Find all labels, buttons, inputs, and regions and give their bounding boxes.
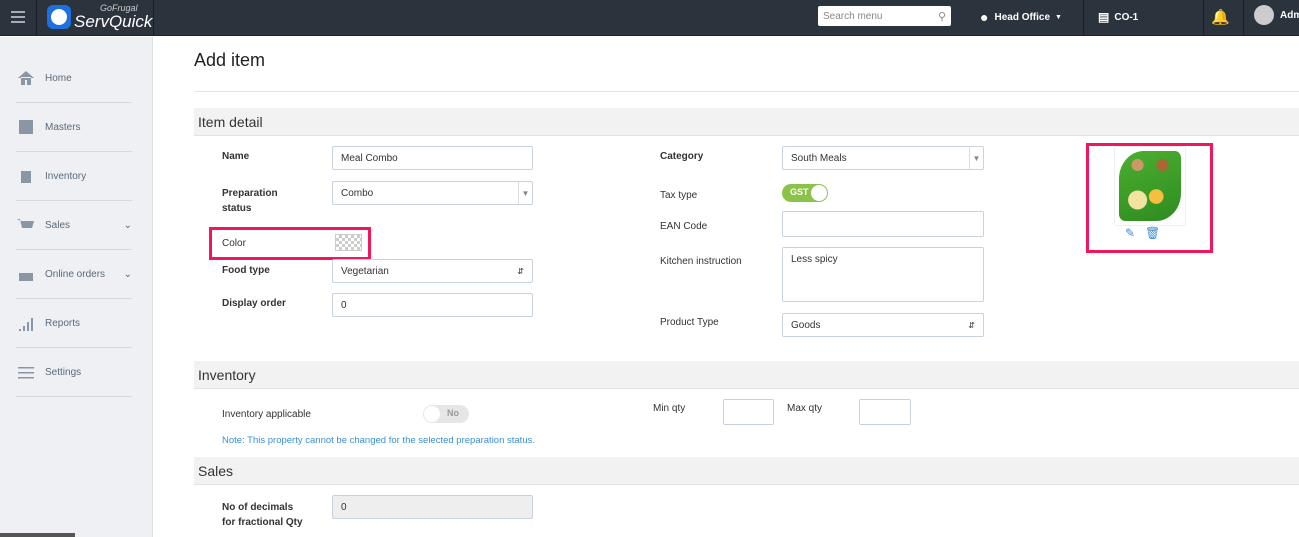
sidebar-item-masters[interactable]: Masters — [16, 103, 132, 152]
menu-icon[interactable] — [11, 11, 25, 23]
computer-icon: ▤ — [1098, 10, 1110, 24]
sort-icon: ⇵ — [517, 266, 524, 276]
product-type-select[interactable]: Goods ⇵ — [782, 313, 984, 337]
chevron-down-icon: ▼ — [969, 147, 983, 169]
sidebar: Home Masters Inventory Sales ⌄ Online ord… — [0, 37, 153, 537]
bell-icon[interactable]: 🔔 — [1211, 8, 1230, 26]
scrollbar[interactable] — [0, 533, 75, 537]
category-select[interactable]: South Meals ▼ — [782, 146, 984, 170]
section-inventory: Inventory — [194, 361, 1299, 389]
sidebar-item-settings[interactable]: Settings — [16, 348, 132, 397]
sidebar-item-reports[interactable]: Reports — [16, 299, 132, 348]
preparation-status-select[interactable]: Combo ▼ — [332, 181, 533, 205]
counter[interactable]: ▤ CO-1 — [1098, 10, 1138, 24]
top-bar: GoFrugal ServQuick Search menu ⚲ ● Head … — [0, 0, 1299, 36]
trash-icon[interactable]: 🗑 — [1145, 226, 1160, 240]
logo[interactable]: GoFrugal ServQuick — [47, 4, 152, 30]
chevron-down-icon: ⌄ — [123, 268, 132, 280]
item-image[interactable] — [1114, 146, 1186, 226]
section-item-detail: Item detail — [194, 108, 1299, 136]
home-icon — [18, 71, 34, 85]
sidebar-item-home[interactable]: Home — [16, 54, 132, 103]
location-selector[interactable]: ● Head Office ▼ — [980, 9, 1062, 25]
edit-icon[interactable]: ✎ — [1125, 226, 1135, 240]
chevron-down-icon: ▼ — [1055, 13, 1062, 21]
user-menu[interactable]: Adm — [1254, 5, 1299, 25]
display-order-input[interactable]: 0 — [332, 293, 533, 317]
page-title: Add item — [194, 50, 266, 70]
inventory-note: Note: This property cannot be changed fo… — [222, 435, 535, 446]
chevron-down-icon: ⌄ — [123, 219, 132, 231]
settings-icon — [18, 367, 34, 379]
avatar — [1254, 5, 1274, 25]
sidebar-item-sales[interactable]: Sales ⌄ — [16, 201, 132, 250]
sidebar-item-online-orders[interactable]: Online orders ⌄ — [16, 250, 132, 299]
name-input[interactable]: Meal Combo — [332, 146, 533, 170]
min-qty-input[interactable] — [723, 399, 774, 425]
color-picker[interactable] — [335, 234, 362, 251]
section-sales: Sales — [194, 457, 1299, 485]
chevron-down-icon: ▼ — [518, 182, 532, 204]
clock-icon — [47, 5, 71, 29]
ean-code-input[interactable] — [782, 211, 984, 237]
food-type-select[interactable]: Vegetarian ⇵ — [332, 259, 533, 283]
kitchen-instruction-textarea[interactable]: Less spicy — [782, 247, 984, 302]
cart-icon — [17, 219, 34, 228]
search-box[interactable]: Search menu ⚲ — [818, 6, 951, 26]
decimals-input[interactable]: 0 — [332, 495, 533, 519]
sort-icon: ⇵ — [968, 320, 975, 330]
location-pin-icon: ● — [980, 9, 989, 25]
reports-icon — [19, 318, 33, 331]
masters-icon — [19, 120, 33, 134]
online-orders-icon — [19, 273, 33, 281]
inventory-applicable-toggle[interactable]: No — [423, 405, 469, 423]
inventory-icon — [21, 171, 31, 183]
search-icon[interactable]: ⚲ — [938, 10, 946, 23]
sidebar-item-inventory[interactable]: Inventory — [16, 152, 132, 201]
max-qty-input[interactable] — [859, 399, 911, 425]
tax-type-toggle[interactable]: GST — [782, 184, 828, 202]
